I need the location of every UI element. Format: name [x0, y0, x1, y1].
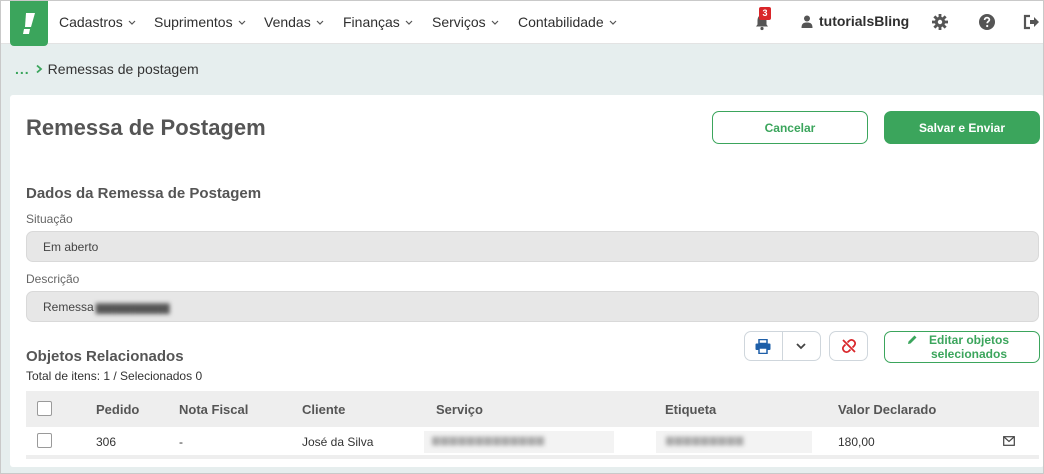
- table-row: 306 - José da Silva ▆▆▆▆▆▆▆▆▆▆▆▆▆ ▆▆▆▆▆▆…: [26, 427, 1039, 459]
- print-split-button[interactable]: [744, 331, 821, 361]
- chevron-down-icon: [405, 20, 413, 25]
- top-navbar: Cadastros Suprimentos Vendas Finanças Se…: [1, 1, 1043, 46]
- chevron-down-icon: [238, 20, 246, 25]
- edit-objects-label: Editar objetos selecionados: [928, 333, 1009, 361]
- descricao-label: Descrição: [26, 272, 80, 286]
- section-title-dados: Dados da Remessa de Postagem: [26, 185, 262, 202]
- print-options-toggle[interactable]: [783, 332, 821, 360]
- chevron-down-icon: [128, 20, 136, 25]
- nav-item-label: Cadastros: [59, 14, 123, 30]
- descricao-field[interactable]: Remessa ▆▆▆▆▆▆▆▆: [26, 291, 1039, 322]
- situacao-label: Situação: [26, 212, 73, 226]
- cancel-button[interactable]: Cancelar: [712, 111, 868, 144]
- col-cliente: Cliente: [302, 402, 346, 417]
- app-window: Cadastros Suprimentos Vendas Finanças Se…: [0, 0, 1044, 474]
- logout-icon[interactable]: [1023, 13, 1041, 31]
- user-icon: [801, 15, 813, 28]
- chevron-down-icon: [609, 20, 617, 25]
- situacao-field[interactable]: Em aberto: [26, 231, 1039, 262]
- envelope-icon[interactable]: [1003, 436, 1015, 446]
- save-and-send-button[interactable]: Salvar e Enviar: [884, 111, 1040, 144]
- unlink-icon: [841, 338, 856, 354]
- user-menu[interactable]: tutorialsBling: [801, 13, 909, 29]
- col-pedido: Pedido: [96, 402, 140, 417]
- nav-vendas[interactable]: Vendas: [264, 14, 325, 30]
- situacao-value: Em aberto: [43, 239, 99, 254]
- cell-nota-fiscal: -: [179, 435, 183, 449]
- nav-item-label: Vendas: [264, 14, 311, 30]
- etiqueta-redacted-text: ▆▆▆▆▆▆▆▆▆: [666, 435, 745, 446]
- servico-redacted-text: ▆▆▆▆▆▆▆▆▆▆▆▆▆: [432, 435, 545, 446]
- total-itens: Total de itens: 1 / Selecionados 0: [26, 369, 203, 383]
- chevron-down-icon: [491, 20, 499, 25]
- edit-selected-objects-button[interactable]: Editar objetos selecionados: [884, 331, 1040, 363]
- nav-item-label: Contabilidade: [518, 14, 604, 30]
- nav-suprimentos[interactable]: Suprimentos: [154, 14, 247, 30]
- descricao-value: Remessa: [43, 299, 94, 314]
- cell-cliente: José da Silva: [302, 435, 374, 449]
- objects-table-header: Pedido Nota Fiscal Cliente Serviço Etiqu…: [26, 391, 1039, 427]
- breadcrumb-current: Remessas de postagem: [47, 61, 199, 77]
- select-all-checkbox[interactable]: [37, 401, 52, 416]
- cell-valor-declarado: 180,00: [838, 435, 875, 449]
- edit-objects-content: Editar objetos selecionados: [907, 333, 1017, 361]
- section-title-objetos: Objetos Relacionados: [26, 348, 184, 365]
- printer-icon: [755, 338, 771, 354]
- col-etiqueta: Etiqueta: [665, 402, 717, 417]
- print-button[interactable]: [745, 332, 783, 360]
- nav-item-label: Finanças: [343, 14, 400, 30]
- main-card: Remessa de Postagem Cancelar Salvar e En…: [10, 95, 1043, 467]
- cell-etiqueta-redacted: ▆▆▆▆▆▆▆▆▆: [656, 431, 812, 453]
- col-servico: Serviço: [436, 402, 483, 417]
- cell-pedido: 306: [96, 435, 117, 449]
- logo-mark-icon: [23, 12, 35, 34]
- nav-item-label: Serviços: [432, 14, 486, 30]
- unlink-button[interactable]: [829, 331, 868, 361]
- descricao-redacted: ▆▆▆▆▆▆▆▆: [95, 299, 170, 314]
- nav-item-label: Suprimentos: [154, 14, 233, 30]
- breadcrumb-back[interactable]: ...: [15, 61, 30, 77]
- gear-icon[interactable]: [931, 13, 949, 31]
- bling-logo[interactable]: [10, 1, 48, 46]
- nav-financas[interactable]: Finanças: [343, 14, 414, 30]
- col-nota-fiscal: Nota Fiscal: [179, 402, 249, 417]
- chevron-down-icon: [316, 20, 324, 25]
- nav-contabilidade[interactable]: Contabilidade: [518, 14, 618, 30]
- nav-cadastros[interactable]: Cadastros: [59, 14, 137, 30]
- pencil-icon: [908, 335, 917, 344]
- row-checkbox[interactable]: [37, 433, 52, 448]
- notification-badge: 3: [759, 7, 771, 20]
- chevron-down-icon: [796, 343, 806, 350]
- breadcrumb: ... Remessas de postagem: [15, 61, 199, 77]
- col-valor-declarado: Valor Declarado: [838, 402, 937, 417]
- cell-servico-redacted: ▆▆▆▆▆▆▆▆▆▆▆▆▆: [424, 431, 614, 453]
- username: tutorialsBling: [819, 13, 910, 29]
- chevron-right-icon: [36, 64, 43, 74]
- nav-servicos[interactable]: Serviços: [432, 14, 500, 30]
- help-icon[interactable]: [978, 13, 996, 31]
- page-title: Remessa de Postagem: [26, 115, 266, 140]
